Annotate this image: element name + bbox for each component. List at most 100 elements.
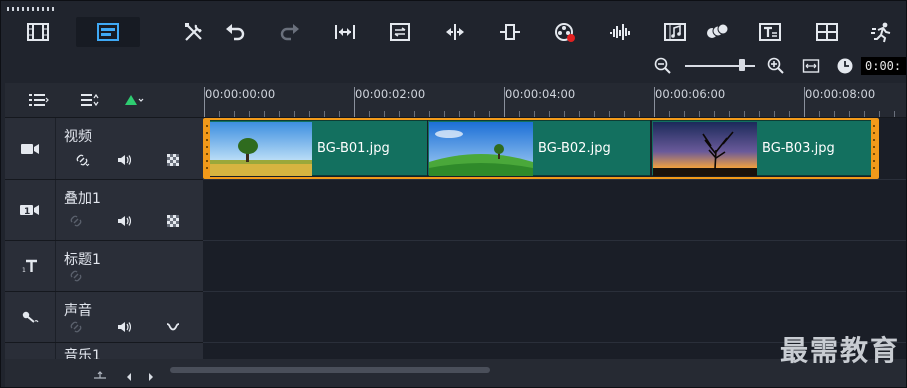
timeline-ruler[interactable]: 00:00:00:00 00:00:02:00 00:00:04:00 00:00:0…: [203, 83, 906, 118]
ruler-minor-tick: [669, 111, 670, 117]
tools-button[interactable]: [175, 17, 213, 47]
music-icon[interactable]: [5, 343, 56, 359]
storyboard-view-button[interactable]: [19, 17, 57, 47]
title-t-icon[interactable]: 1: [5, 241, 56, 291]
track-name: 音乐1: [64, 348, 101, 359]
track-transparency-button[interactable]: [164, 152, 182, 168]
auto-music-button[interactable]: [656, 17, 694, 47]
ruler-minor-tick: [474, 111, 475, 117]
timeline-toolbar: [1, 15, 906, 51]
track-transparency-button[interactable]: [164, 213, 182, 229]
sound-mixer-button[interactable]: [601, 17, 639, 47]
redo-button[interactable]: [271, 17, 309, 47]
speaker-icon: [118, 216, 131, 226]
chapter-cue-icon: [81, 93, 99, 107]
horizontal-scrollbar[interactable]: [170, 367, 490, 373]
ruler-minor-tick: [609, 111, 610, 117]
ruler-minor-tick: [219, 111, 220, 117]
fit-timeline-button[interactable]: [326, 17, 364, 47]
undo-icon: [226, 24, 245, 41]
smart-proxy-button[interactable]: [381, 17, 419, 47]
zoom-slider[interactable]: [685, 59, 755, 71]
add-marker-icon: [125, 95, 144, 105]
speaker-icon: [118, 155, 131, 165]
link-icon: [76, 154, 90, 167]
mute-button[interactable]: [115, 319, 133, 335]
ruler-minor-tick: [819, 111, 820, 117]
caret-right-icon: [149, 373, 153, 381]
watermark: 最需教育: [779, 334, 900, 367]
clip-bg-b03[interactable]: BG-B03.jpg: [652, 120, 874, 176]
video-camera-icon[interactable]: [5, 118, 56, 179]
ripple-button[interactable]: [491, 17, 529, 47]
zoom-in-button[interactable]: [767, 57, 785, 75]
ruler-minor-tick: [384, 111, 385, 117]
clip-bg-b01[interactable]: BG-B01.jpg: [207, 120, 427, 176]
mute-button[interactable]: [115, 152, 133, 168]
ruler-minor-tick: [294, 111, 295, 117]
panel-grip-handle[interactable]: [7, 7, 55, 11]
svg-text:1: 1: [22, 267, 26, 274]
timeline-view-button[interactable]: [76, 17, 140, 47]
mute-button[interactable]: [115, 213, 133, 229]
chapter-cue-button[interactable]: [79, 92, 103, 108]
track-voice[interactable]: 声音: [5, 292, 203, 343]
ruler-minor-tick: [519, 111, 520, 117]
fit-project-button[interactable]: [802, 57, 820, 75]
ruler-minor-tick: [714, 111, 715, 117]
record-capture-button[interactable]: [546, 17, 584, 47]
ripple-link-button[interactable]: [69, 152, 95, 168]
ruler-minor-tick: [624, 111, 625, 117]
zoom-out-icon: [654, 57, 671, 74]
speed-button[interactable]: [863, 17, 901, 47]
track-title[interactable]: 1 标题1: [5, 241, 203, 292]
clip-label: BG-B03.jpg: [762, 141, 835, 156]
track-manager-button[interactable]: [27, 92, 51, 108]
track-video[interactable]: 视频: [5, 118, 203, 180]
scroll-left-button[interactable]: [125, 367, 133, 381]
record-icon: [555, 23, 575, 42]
ruler-minor-tick: [279, 111, 280, 117]
lane-divider: [203, 179, 906, 180]
checkerboard-icon: [167, 215, 179, 227]
link-icon: [70, 270, 82, 282]
motion-tracking-button[interactable]: [698, 17, 736, 47]
ripple-link-button[interactable]: [67, 213, 85, 229]
redo-icon: [280, 24, 299, 41]
ruler-label: 00:00:04:00: [505, 87, 576, 101]
timecode-display[interactable]: 0:00:: [861, 57, 906, 75]
ruler-minor-tick: [759, 111, 760, 117]
zoom-out-button[interactable]: [654, 57, 672, 75]
trim-handle-end[interactable]: [871, 120, 877, 177]
clip-label: BG-B01.jpg: [317, 141, 390, 156]
ruler-minor-tick: [264, 111, 265, 117]
ripple-link-button[interactable]: [67, 268, 85, 284]
audio-wave-icon: [610, 24, 630, 40]
subtitle-editor-button[interactable]: [751, 17, 789, 47]
ruler-label: 00:00:06:00: [655, 87, 726, 101]
track-overlay[interactable]: 1 叠加1: [5, 180, 203, 241]
overlay-camera-icon[interactable]: 1: [5, 180, 56, 240]
ruler-label: 00:00:00:00: [205, 87, 276, 101]
track-height-button[interactable]: [93, 366, 107, 379]
undo-button[interactable]: [216, 17, 254, 47]
add-marker-button[interactable]: [123, 92, 147, 108]
track-tools-bar: [5, 83, 203, 118]
track-music[interactable]: 音乐1: [5, 343, 203, 359]
proxy-icon: [390, 23, 410, 41]
wrench-screwdriver-icon: [185, 23, 202, 41]
ruler-label: 00:00:08:00: [805, 87, 876, 101]
multi-camera-button[interactable]: [808, 17, 846, 47]
timeline-view-icon: [97, 23, 119, 41]
zoom-slider-thumb[interactable]: [739, 59, 746, 71]
ruler-minor-tick: [324, 111, 325, 117]
audio-ducking-button[interactable]: [164, 319, 182, 335]
project-duration-button[interactable]: [836, 57, 854, 75]
clip-bg-b02[interactable]: BG-B02.jpg: [428, 120, 650, 176]
trim-handle-start[interactable]: [204, 120, 210, 177]
ripple-link-button[interactable]: [67, 319, 85, 335]
split-button[interactable]: [436, 17, 474, 47]
link-icon: [70, 321, 82, 333]
microphone-icon[interactable]: [5, 292, 56, 342]
scroll-right-button[interactable]: [147, 367, 155, 381]
